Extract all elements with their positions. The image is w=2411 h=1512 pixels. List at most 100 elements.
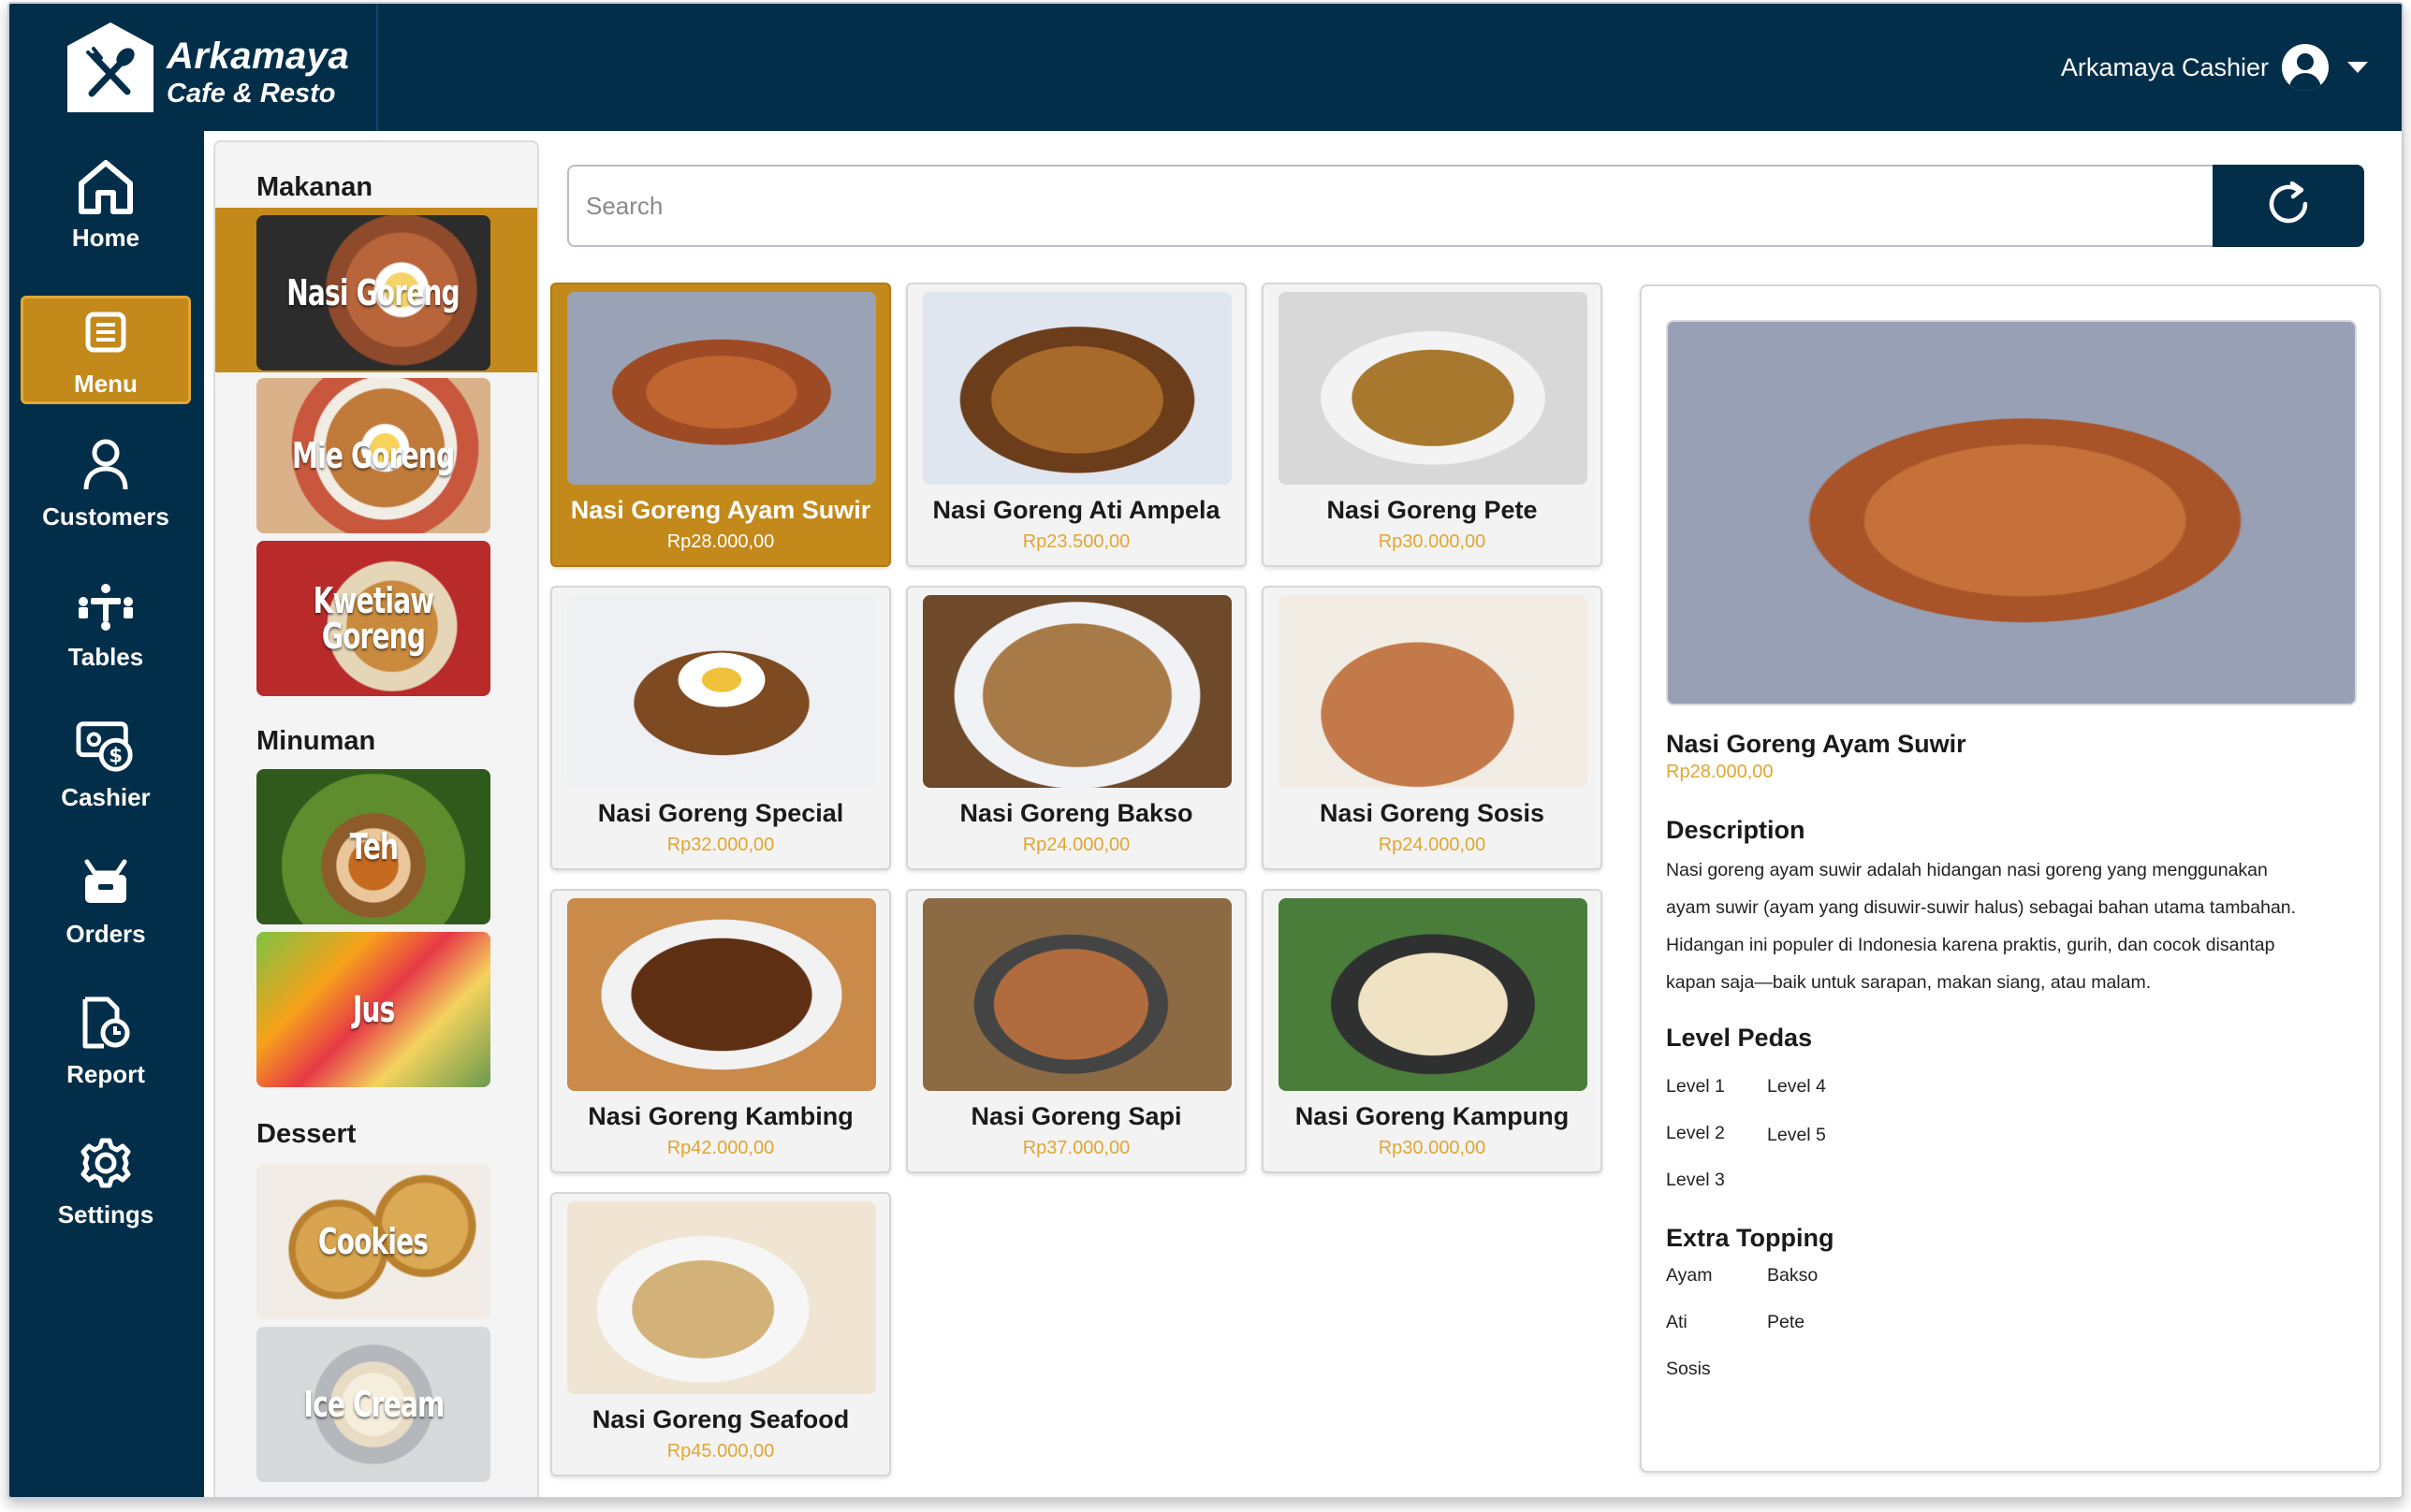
brand-name: Arkamaya — [167, 36, 350, 77]
fork-knife-icon — [67, 22, 153, 112]
menu-list-icon — [76, 302, 136, 362]
product-price: Rp24.000,00 — [1378, 835, 1486, 855]
product-image — [567, 292, 876, 485]
nav-cashier[interactable]: $ Cashier — [21, 709, 191, 818]
nav-label: Report — [66, 1059, 145, 1088]
category-tile-teh[interactable]: Teh — [256, 769, 490, 924]
category-tile-cookies[interactable]: Cookies — [256, 1164, 490, 1319]
home-icon — [76, 156, 136, 216]
spice-level-option[interactable]: Level 1 — [1666, 1076, 1725, 1098]
product-name: Nasi Goreng Kambing — [588, 1102, 854, 1130]
product-image — [567, 898, 876, 1091]
product-name: Nasi Goreng Ati Ampela — [932, 496, 1220, 524]
product-price: Rp30.000,00 — [1378, 1138, 1486, 1158]
product-card[interactable]: Nasi Goreng Ati Ampela Rp23.500,00 — [906, 283, 1247, 567]
product-card[interactable]: Nasi Goreng Bakso Rp24.000,00 — [906, 586, 1247, 870]
refresh-button[interactable] — [2213, 165, 2364, 247]
top-header: Arkamaya Cafe & Resto Arkamaya Cashier — [9, 4, 2402, 131]
brand-subtitle: Cafe & Resto — [167, 79, 336, 109]
topping-option[interactable]: Ayam — [1666, 1265, 1713, 1287]
user-menu[interactable]: Arkamaya Cashier — [2061, 39, 2368, 95]
category-heading-dessert: Dessert — [256, 1119, 357, 1149]
product-price: Rp24.000,00 — [1022, 835, 1131, 855]
nav-menu[interactable]: Menu — [21, 296, 191, 404]
topping-option[interactable]: Sosis — [1666, 1359, 1711, 1380]
nav-report[interactable]: Report — [21, 986, 191, 1095]
spice-level-option[interactable]: Level 4 — [1767, 1076, 1826, 1098]
nav-label: Home — [71, 223, 140, 252]
product-card[interactable]: Nasi Goreng Sapi Rp37.000,00 — [906, 889, 1247, 1173]
category-label: Teh — [349, 826, 398, 867]
detail-product-price: Rp28.000,00 — [1666, 762, 1774, 782]
spice-level-option[interactable]: Level 2 — [1666, 1123, 1725, 1144]
chevron-down-icon[interactable] — [2347, 62, 2368, 73]
product-card[interactable]: Nasi Goreng Pete Rp30.000,00 — [1262, 283, 1602, 567]
description-text: Nasi goreng ayam suwir adalah hidangan n… — [1666, 851, 2359, 1001]
nav-label: Cashier — [61, 782, 151, 811]
category-heading-makanan: Makanan — [256, 172, 373, 202]
product-name: Nasi Goreng Sosis — [1319, 799, 1545, 827]
product-price: Rp32.000,00 — [666, 835, 775, 855]
product-card[interactable]: Nasi Goreng Ayam Suwir Rp28.000,00 — [550, 283, 891, 567]
category-tile-jus[interactable]: Jus — [256, 932, 490, 1087]
category-panel: Makanan Nasi Goreng Mie Goreng Kwetiaw G… — [213, 140, 539, 1497]
category-tile-kwetiaw-goreng[interactable]: Kwetiaw Goreng — [256, 541, 490, 696]
nav-label: Menu — [74, 369, 138, 398]
product-name: Nasi Goreng Kampung — [1294, 1102, 1570, 1130]
user-icon — [76, 435, 136, 495]
description-line: ayam suwir (ayam yang disuwir-suwir halu… — [1666, 897, 2297, 918]
brand-logo[interactable]: Arkamaya Cafe & Resto — [9, 4, 376, 131]
svg-text:$: $ — [109, 744, 123, 767]
product-card[interactable]: Nasi Goreng Special Rp32.000,00 — [550, 586, 891, 870]
product-image — [1279, 292, 1587, 485]
product-name: Nasi Goreng Ayam Suwir — [570, 496, 871, 524]
detail-product-name: Nasi Goreng Ayam Suwir — [1666, 730, 1966, 758]
nav-label: Tables — [67, 642, 144, 671]
report-icon — [76, 993, 136, 1053]
category-label: Nasi Goreng — [286, 272, 460, 313]
user-avatar-icon — [2282, 44, 2329, 91]
nav-tables[interactable]: Tables — [21, 569, 191, 677]
category-label: Kwetiaw Goreng — [313, 580, 435, 657]
product-image — [923, 595, 1232, 788]
refresh-icon — [2264, 180, 2313, 233]
search-input[interactable] — [567, 165, 2214, 247]
nav-settings[interactable]: Settings — [21, 1127, 191, 1235]
basket-icon — [76, 852, 136, 912]
extra-topping-heading: Extra Topping — [1666, 1224, 1834, 1252]
nav-label: Settings — [57, 1199, 154, 1228]
category-tile-nasi-goreng[interactable]: Nasi Goreng — [256, 215, 490, 371]
sidebar-nav: Home Menu Customers Tables $ Cashier Ord… — [9, 131, 204, 1497]
topping-option[interactable]: Bakso — [1767, 1265, 1818, 1287]
product-price: Rp42.000,00 — [666, 1138, 775, 1158]
description-line: kapan saja—baik untuk sarapan, makan sia… — [1666, 972, 2152, 993]
description-heading: Description — [1666, 816, 1805, 844]
search-bar — [567, 163, 2375, 249]
product-price: Rp30.000,00 — [1378, 531, 1486, 552]
product-card[interactable]: Nasi Goreng Sosis Rp24.000,00 — [1262, 586, 1602, 870]
spice-level-option[interactable]: Level 5 — [1767, 1125, 1826, 1146]
product-price: Rp37.000,00 — [1022, 1138, 1131, 1158]
product-card[interactable]: Nasi Goreng Seafood Rp45.000,00 — [550, 1192, 891, 1476]
product-detail-panel: Nasi Goreng Ayam Suwir Rp28.000,00 Descr… — [1640, 284, 2381, 1473]
category-tile-ice-cream[interactable]: Ice Cream — [256, 1327, 490, 1482]
product-card[interactable]: Nasi Goreng Kampung Rp30.000,00 — [1262, 889, 1602, 1173]
user-name: Arkamaya Cashier — [2060, 52, 2269, 81]
nav-label: Orders — [66, 919, 146, 948]
cash-register-icon: $ — [76, 716, 136, 776]
topping-option[interactable]: Pete — [1767, 1312, 1805, 1333]
spice-level-option[interactable]: Level 3 — [1666, 1170, 1725, 1191]
product-price: Rp45.000,00 — [666, 1441, 775, 1461]
topping-option[interactable]: Ati — [1666, 1312, 1688, 1333]
nav-home[interactable]: Home — [21, 150, 191, 258]
nav-orders[interactable]: Orders — [21, 846, 191, 954]
product-card[interactable]: Nasi Goreng Kambing Rp42.000,00 — [550, 889, 891, 1173]
category-tile-mie-goreng[interactable]: Mie Goreng — [256, 378, 490, 533]
category-label: Ice Cream — [303, 1384, 445, 1425]
category-label: Jus — [352, 989, 395, 1030]
app-window: Arkamaya Cafe & Resto Arkamaya Cashier H… — [7, 2, 2404, 1499]
nav-customers[interactable]: Customers — [21, 429, 191, 537]
detail-product-image — [1666, 320, 2357, 705]
product-image — [567, 595, 876, 788]
tables-icon — [76, 575, 136, 635]
